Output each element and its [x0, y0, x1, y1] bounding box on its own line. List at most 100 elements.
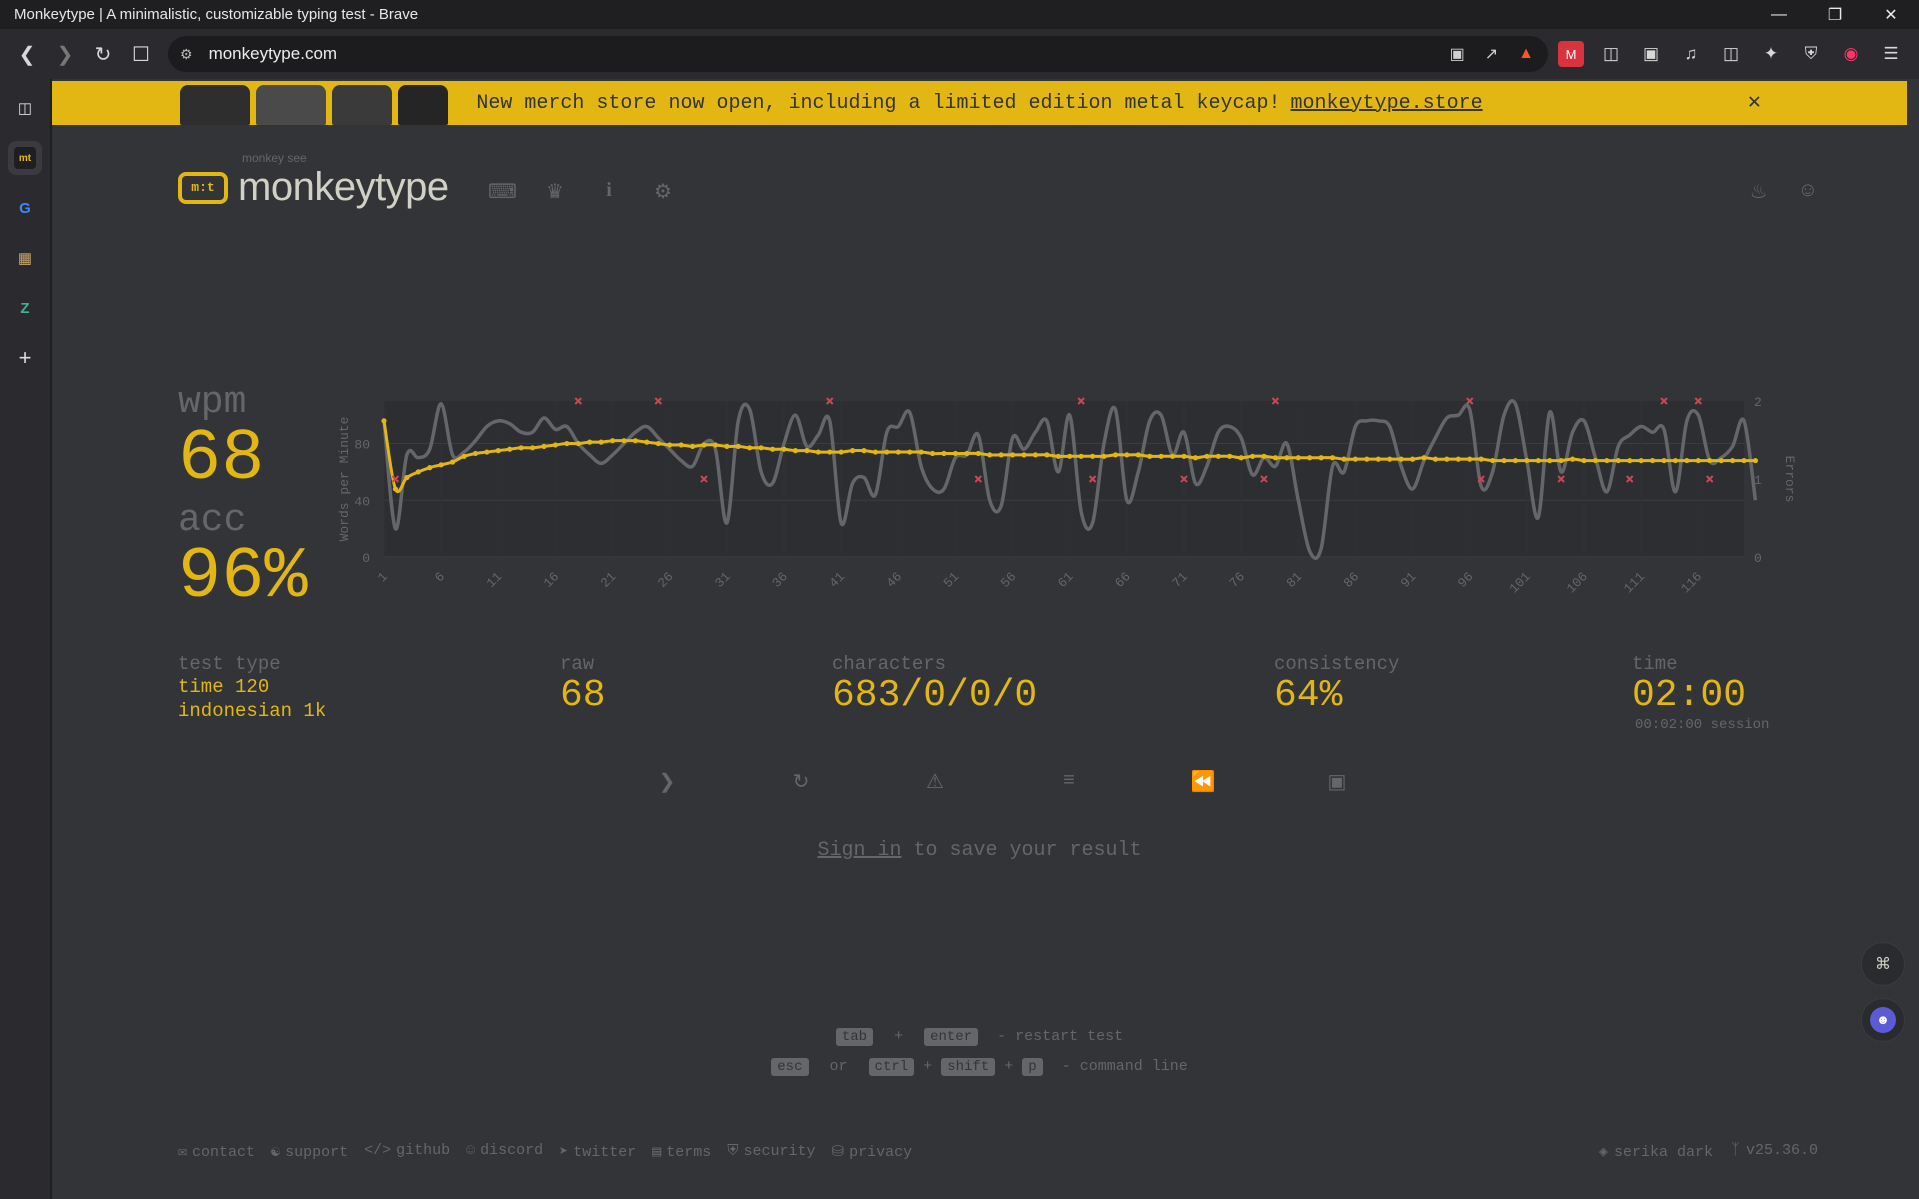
- leo-ai-icon[interactable]: ✦: [1758, 41, 1784, 67]
- reader-icon[interactable]: ▣: [1638, 41, 1664, 67]
- footer-version[interactable]: ᛉ v25.36.0: [1731, 1142, 1818, 1161]
- restart-icon[interactable]: ↻: [786, 769, 816, 794]
- signin-link[interactable]: Sign in: [817, 839, 901, 862]
- wpm-point: [1044, 452, 1050, 458]
- wpm-point: [461, 453, 467, 459]
- merch-store-link[interactable]: monkeytype.store: [1291, 92, 1483, 115]
- logo[interactable]: m:t monkey see monkeytype: [178, 151, 449, 210]
- vpn-icon[interactable]: ⛨: [1798, 41, 1824, 67]
- forward-icon[interactable]: ❯: [46, 35, 84, 73]
- extensions-icon[interactable]: ◫: [1598, 41, 1624, 67]
- code-icon: </>: [364, 1142, 392, 1159]
- words-history-icon[interactable]: ≡: [1054, 769, 1084, 794]
- lock-icon: ⛁: [831, 1144, 845, 1161]
- zotero-icon[interactable]: Z: [8, 291, 42, 325]
- wpm-point: [381, 418, 387, 424]
- brave-shields-icon[interactable]: ▲: [1518, 45, 1534, 63]
- sidebar-toggle-icon[interactable]: ◫: [1718, 41, 1744, 67]
- window-title: Monkeytype | A minimalistic, customizabl…: [14, 6, 419, 23]
- wpm-point: [1592, 457, 1599, 464]
- menu-icon[interactable]: ☰: [1878, 41, 1904, 67]
- footer-theme-label: serika dark: [1613, 1144, 1713, 1161]
- x-tick-label: 91: [1398, 569, 1420, 591]
- address-bar[interactable]: ⚙ ▣ ↗ ▲: [168, 36, 1548, 72]
- warning-icon[interactable]: ⚠: [920, 769, 950, 794]
- wpm-point: [1752, 457, 1759, 464]
- restore-icon[interactable]: ❐: [1807, 0, 1863, 29]
- cast-icon[interactable]: ▣: [1450, 44, 1465, 64]
- wpm-point: [804, 448, 810, 454]
- characters-stat: characters 683/0/0/0: [832, 653, 1037, 717]
- store-icon[interactable]: ▦: [8, 241, 42, 275]
- keyboard-icon[interactable]: ⌨: [488, 179, 517, 204]
- footer-twitter[interactable]: ➤ twitter: [559, 1142, 636, 1161]
- site-settings-icon[interactable]: ⚙: [180, 46, 193, 63]
- x-tick-label: 96: [1455, 569, 1477, 591]
- footer-privacy[interactable]: ⛁ privacy: [832, 1142, 913, 1161]
- wpm-point: [792, 448, 799, 454]
- user-icon[interactable]: ☺: [1798, 179, 1818, 204]
- bookmark-icon[interactable]: ☐: [122, 35, 160, 73]
- twitter-icon: ➤: [559, 1144, 569, 1161]
- y-axis-title: Words per Minute: [337, 417, 352, 542]
- music-icon[interactable]: ♫: [1678, 41, 1704, 67]
- y-tick-label: 40: [354, 494, 370, 509]
- minimize-icon[interactable]: —: [1751, 0, 1807, 29]
- wpm-point: [838, 449, 844, 455]
- crown-icon[interactable]: ♛: [542, 179, 568, 204]
- donate-icon: ☯: [271, 1144, 281, 1161]
- restart-hint-text: - restart test: [997, 1028, 1124, 1045]
- banner-close-icon[interactable]: ✕: [1748, 89, 1761, 115]
- wpm-point: [1318, 455, 1324, 461]
- google-icon[interactable]: G: [8, 191, 42, 225]
- test-type-label: test type: [178, 653, 281, 675]
- wpm-point: [712, 442, 719, 448]
- gear-icon[interactable]: ⚙: [650, 179, 676, 204]
- add-sidebar-icon[interactable]: +: [8, 341, 42, 375]
- wpm-point: [1547, 457, 1553, 464]
- footer-github[interactable]: </> github: [364, 1142, 450, 1161]
- replay-icon[interactable]: ⏪: [1188, 769, 1218, 794]
- wpm-point: [1398, 456, 1404, 462]
- wpm-point: [724, 443, 730, 449]
- wpm-point: [587, 439, 593, 445]
- signin-prompt: Sign in to save your result: [52, 839, 1907, 862]
- wpm-point: [1627, 457, 1633, 464]
- sidebar-monkeytype-tab[interactable]: mt: [8, 141, 42, 175]
- bell-icon[interactable]: ♨: [1750, 179, 1768, 204]
- wpm-point: [1078, 453, 1084, 459]
- wpm-point: [1101, 453, 1107, 459]
- footer-contact[interactable]: ✉ contact: [178, 1142, 255, 1161]
- assistant-icon[interactable]: ☻: [1861, 998, 1905, 1042]
- next-test-icon[interactable]: ❯: [652, 769, 682, 794]
- test-type-line2: indonesian 1k: [178, 700, 327, 722]
- test-type-stat: test type time 120 indonesian 1k: [178, 653, 326, 723]
- close-window-icon[interactable]: ✕: [1863, 0, 1919, 29]
- wpm-point: [1615, 457, 1621, 464]
- sidebar-panel-icon[interactable]: ◫: [8, 91, 42, 125]
- consistency-label: consistency: [1274, 653, 1400, 675]
- rewards-icon[interactable]: ◉: [1838, 41, 1864, 67]
- footer-support[interactable]: ☯ support: [271, 1142, 348, 1161]
- footer-discord[interactable]: ☺ discord: [466, 1142, 543, 1161]
- screenshot-icon[interactable]: ▣: [1322, 769, 1352, 794]
- share-icon[interactable]: ↗: [1485, 44, 1498, 64]
- info-icon[interactable]: i: [596, 179, 622, 204]
- wpm-point: [1352, 456, 1359, 462]
- wpm-point: [861, 448, 867, 454]
- wpm-point: [1421, 455, 1427, 461]
- wpm-point: [1124, 452, 1130, 458]
- extension-m-icon[interactable]: M: [1558, 41, 1584, 67]
- footer-theme[interactable]: ◈ serika dark: [1599, 1142, 1713, 1161]
- wpm-point: [552, 442, 559, 448]
- restart-hint: tab + enter - restart test: [52, 1028, 1907, 1046]
- wpm-point: [998, 452, 1004, 458]
- command-palette-icon[interactable]: ⌘: [1861, 942, 1905, 986]
- wpm-point: [575, 440, 581, 447]
- session-time: 00:02:00 session: [1635, 717, 1770, 733]
- back-icon[interactable]: ❮: [8, 35, 46, 73]
- footer-security[interactable]: ⛨ security: [727, 1142, 815, 1161]
- url-input[interactable]: [208, 44, 1109, 64]
- footer-terms[interactable]: ▤ terms: [652, 1142, 711, 1161]
- reload-icon[interactable]: ↻: [84, 35, 122, 73]
